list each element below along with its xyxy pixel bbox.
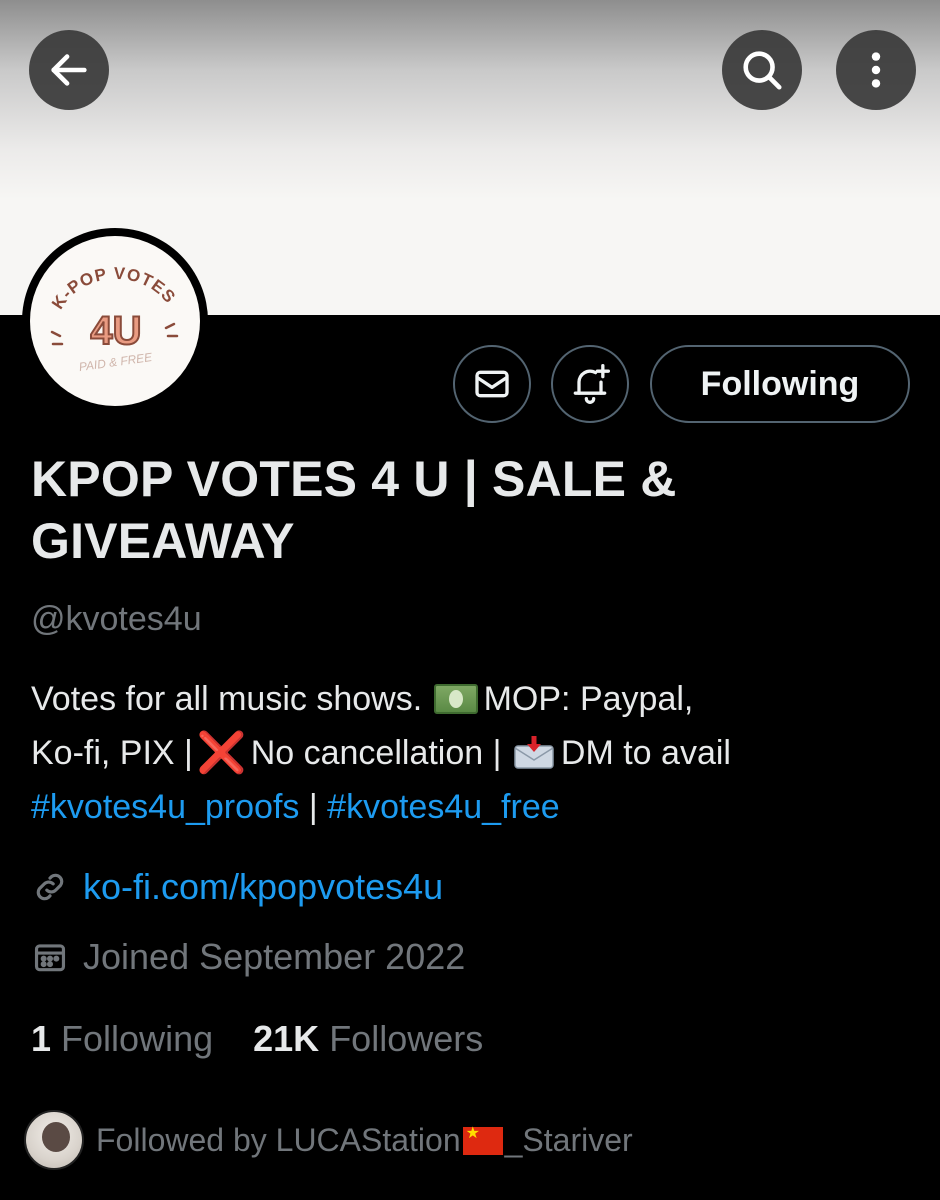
following-count: 1 (31, 1018, 52, 1059)
display-name-line2: GIVEAWAY (31, 513, 295, 569)
followed-by-text: Followed by LUCAStation _Stariver (96, 1122, 633, 1159)
followers-count: 21K (253, 1018, 320, 1059)
bio-separator: | (308, 788, 318, 826)
more-options-button[interactable] (836, 30, 916, 110)
calendar-icon (34, 944, 66, 972)
website-link[interactable]: ko-fi.com/kpopvotes4u (83, 866, 443, 908)
joined-row: Joined September 2022 (31, 936, 465, 978)
bio-text: No cancellation | (250, 734, 502, 772)
inbox-tray-icon (514, 736, 554, 769)
follower-avatar (24, 1110, 84, 1170)
display-name-line1: KPOP VOTES 4 U | SALE & (31, 451, 677, 507)
message-button[interactable] (453, 345, 531, 423)
arrow-left-icon (51, 54, 87, 86)
notifications-button[interactable] (551, 345, 629, 423)
follow-stats: 1 Following 21K Followers (31, 1018, 523, 1060)
avatar-logo: K-POP VOTES 4U PAID & FREE (30, 236, 200, 406)
envelope-icon (475, 370, 509, 398)
logo-main-text: 4U (90, 309, 141, 353)
back-button[interactable] (29, 30, 109, 110)
logo-top-text: K-POP VOTES (48, 264, 178, 313)
bio-text: DM to avail (560, 734, 731, 772)
display-name: KPOP VOTES 4 U | SALE & GIVEAWAY (31, 448, 891, 572)
cross-mark-icon: ❌ (196, 731, 247, 775)
website-row: ko-fi.com/kpopvotes4u (31, 866, 443, 908)
profile-avatar[interactable]: K-POP VOTES 4U PAID & FREE (22, 228, 208, 414)
search-button[interactable] (722, 30, 802, 110)
money-icon (433, 684, 478, 714)
link-icon (36, 873, 64, 901)
followed-by-suffix: _Stariver (504, 1121, 633, 1158)
joined-date: Joined September 2022 (83, 936, 466, 977)
followers-label: Followers (329, 1018, 484, 1059)
hashtag-link[interactable]: #kvotes4u_free (327, 788, 560, 826)
search-icon (743, 51, 782, 90)
bio-text: MOP: Paypal, (483, 680, 694, 718)
logo-sub-text: PAID & FREE (78, 350, 154, 374)
followed-by-prefix: Followed by LUCAStation (96, 1121, 461, 1158)
bio: Votes for all music shows. MOP: Paypal, … (31, 672, 911, 834)
bio-text: Ko-fi, PIX | (31, 734, 193, 772)
china-flag-icon (462, 1123, 503, 1155)
bell-plus-icon (573, 364, 610, 404)
following-stat[interactable]: 1 Following (31, 1018, 213, 1060)
following-button[interactable]: Following (650, 345, 910, 423)
hashtag-link[interactable]: #kvotes4u_proofs (31, 788, 299, 826)
followed-by-row[interactable]: Followed by LUCAStation _Stariver (24, 1110, 633, 1170)
following-label: Following (61, 1018, 214, 1059)
followers-stat[interactable]: 21K Followers (253, 1018, 483, 1060)
bio-text: Votes for all music shows. (31, 680, 423, 718)
more-vertical-icon (871, 52, 881, 88)
handle: @kvotes4u (31, 600, 202, 638)
svg-text:K-POP VOTES: K-POP VOTES (48, 264, 179, 313)
